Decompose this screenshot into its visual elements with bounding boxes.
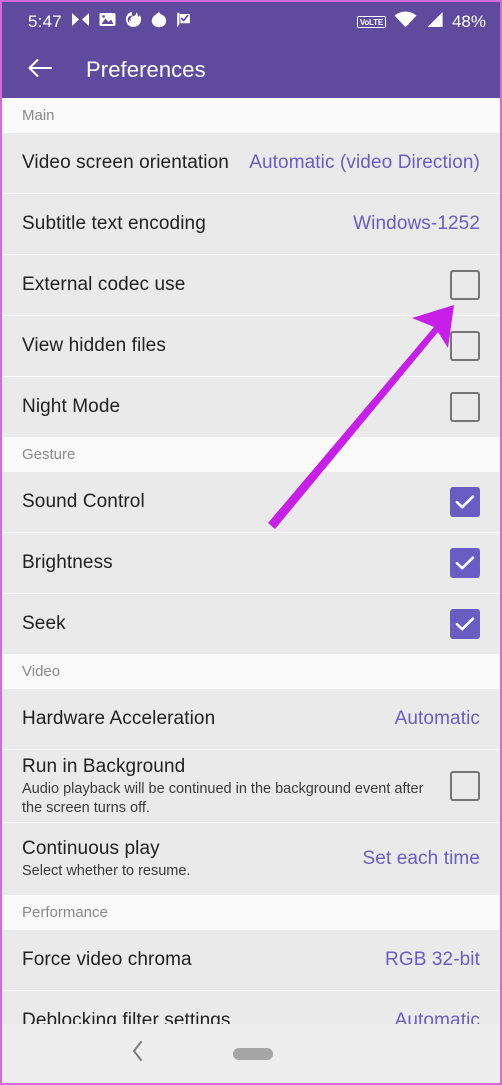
preference-checkbox[interactable] xyxy=(450,270,480,300)
firefox-icon xyxy=(125,11,142,33)
preference-row[interactable]: View hidden files xyxy=(2,315,500,376)
preference-row-text: Brightness xyxy=(22,551,450,575)
preference-row[interactable]: Continuous play Select whether to resume.… xyxy=(2,822,500,895)
arrow-left-icon xyxy=(27,57,53,84)
preference-checkbox[interactable] xyxy=(450,331,480,361)
preference-row-text: Seek xyxy=(22,612,450,636)
preference-checkbox[interactable] xyxy=(450,487,480,517)
section-header: Gesture xyxy=(2,437,500,471)
preference-row-text: Run in Background Audio playback will be … xyxy=(22,755,450,818)
preference-row[interactable]: Brightness xyxy=(2,532,500,593)
preference-row[interactable]: Deblocking filter settings Automatic xyxy=(2,990,500,1024)
preference-value: Automatic (video Direction) xyxy=(249,152,480,173)
preference-checkbox[interactable] xyxy=(450,609,480,639)
signal-icon xyxy=(425,11,444,33)
back-button[interactable] xyxy=(20,50,60,90)
preference-title: Hardware Acceleration xyxy=(22,708,216,729)
preference-title: View hidden files xyxy=(22,335,166,356)
preference-title: Deblocking filter settings xyxy=(22,1010,231,1024)
app-icon xyxy=(151,11,167,33)
preference-row[interactable]: Force video chroma RGB 32-bit xyxy=(2,929,500,990)
nav-home-button[interactable] xyxy=(233,1047,273,1060)
battery-percentage: 48% xyxy=(451,12,486,31)
preference-row[interactable]: External codec use xyxy=(2,254,500,315)
status-bar-left: 5:47 xyxy=(28,11,191,33)
status-clock: 5:47 xyxy=(28,12,62,31)
preference-row[interactable]: Run in Background Audio playback will be … xyxy=(2,749,500,822)
check-icon xyxy=(455,556,475,570)
preference-checkbox[interactable] xyxy=(450,548,480,578)
navigation-bar xyxy=(2,1024,500,1083)
preference-row-text: Continuous play Select whether to resume. xyxy=(22,837,363,881)
app-bar: Preferences xyxy=(2,42,500,98)
preference-value: RGB 32-bit xyxy=(385,949,480,970)
page-title: Preferences xyxy=(86,57,206,82)
photos-icon xyxy=(99,12,116,32)
preference-title: Sound Control xyxy=(22,491,145,512)
preference-title: Subtitle text encoding xyxy=(22,213,206,234)
status-bar-right: VoLTE 48% xyxy=(356,11,486,33)
preference-row-text: Force video chroma xyxy=(22,948,385,972)
preference-row-text: View hidden files xyxy=(22,334,450,358)
check-icon xyxy=(455,617,475,631)
preference-row[interactable]: Subtitle text encoding Windows-1252 xyxy=(2,193,500,254)
preference-title: Continuous play xyxy=(22,838,160,859)
preference-row[interactable]: Seek xyxy=(2,593,500,654)
nav-back-button[interactable] xyxy=(120,1036,156,1072)
preference-subtitle: Select whether to resume. xyxy=(22,863,191,879)
check-icon xyxy=(455,495,475,509)
preference-subtitle: Audio playback will be continued in the … xyxy=(22,780,424,816)
section-header: Video xyxy=(2,654,500,688)
preference-title: Seek xyxy=(22,613,66,634)
preference-title: Video screen orientation xyxy=(22,152,229,173)
preference-row-text: Hardware Acceleration xyxy=(22,707,395,731)
preference-row-text: External codec use xyxy=(22,273,450,297)
preference-checkbox[interactable] xyxy=(450,771,480,801)
preference-value: Windows-1252 xyxy=(353,213,480,234)
preference-row[interactable]: Sound Control xyxy=(2,471,500,532)
preference-title: Force video chroma xyxy=(22,949,192,970)
preference-value: Set each time xyxy=(362,848,480,869)
section-header: Performance xyxy=(2,895,500,929)
preference-row-text: Deblocking filter settings xyxy=(22,1009,395,1024)
preference-title: Brightness xyxy=(22,552,113,573)
preference-row-text: Subtitle text encoding xyxy=(22,212,353,236)
messaging-icon xyxy=(71,12,90,32)
section-header: Main xyxy=(2,98,500,132)
wifi-icon xyxy=(394,11,417,33)
phone-screen: 5:47 VoLTE 48% Preferences Main Video sc… xyxy=(0,0,502,1085)
preference-row-text: Sound Control xyxy=(22,490,450,514)
preference-value: Automatic xyxy=(394,708,480,729)
preference-value: Automatic xyxy=(394,1010,480,1024)
volte-icon: VoLTE xyxy=(356,16,386,28)
preference-row[interactable]: Night Mode xyxy=(2,376,500,437)
tasks-icon xyxy=(176,12,191,33)
preference-row-text: Night Mode xyxy=(22,395,450,419)
preference-title: Night Mode xyxy=(22,396,121,417)
preference-checkbox[interactable] xyxy=(450,392,480,422)
preference-title: Run in Background xyxy=(22,755,186,777)
preferences-list[interactable]: Main Video screen orientation Automatic (v… xyxy=(2,98,500,1024)
preference-row[interactable]: Video screen orientation Automatic (video… xyxy=(2,132,500,193)
chevron-left-icon xyxy=(130,1039,146,1068)
preference-row-text: Video screen orientation xyxy=(22,151,249,175)
preference-title: External codec use xyxy=(22,274,186,295)
status-bar: 5:47 VoLTE 48% xyxy=(2,2,500,42)
preference-row[interactable]: Hardware Acceleration Automatic xyxy=(2,688,500,749)
